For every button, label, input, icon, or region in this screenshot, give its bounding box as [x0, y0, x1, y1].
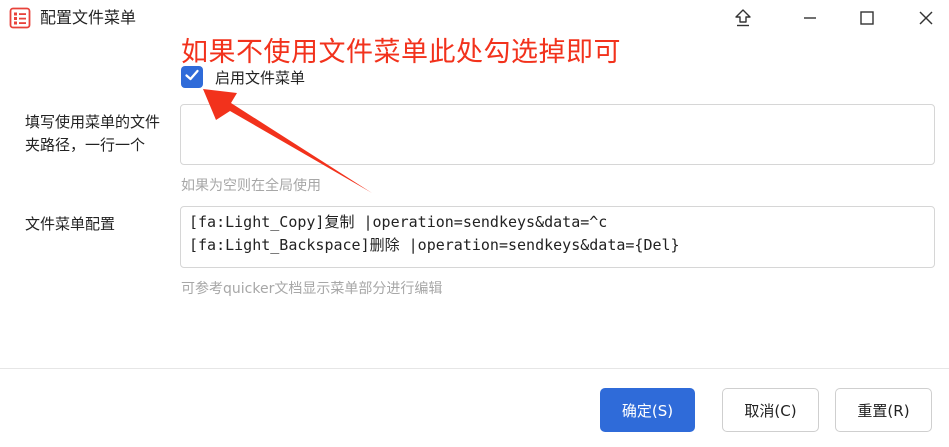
window-title: 配置文件菜单: [40, 8, 137, 27]
cancel-button[interactable]: 取消(C): [722, 388, 819, 432]
menu-config-line: [fa:Light_Copy]复制 |operation=sendkeys&da…: [189, 213, 608, 231]
menu-config-hint: 可参考quicker文档显示菜单部分进行编辑: [181, 281, 443, 297]
checkbox-label: 启用文件菜单: [215, 68, 306, 87]
folder-path-label: 填写使用菜单的文件夹路径，一行一个: [25, 113, 161, 154]
enable-file-menu-checkbox[interactable]: 启用文件菜单: [181, 66, 305, 88]
title-bar: 配置文件菜单: [0, 0, 949, 36]
folder-path-hint: 如果为空则在全局使用: [181, 178, 321, 194]
menu-config-label: 文件菜单配置: [25, 215, 116, 233]
footer-divider: [0, 368, 949, 369]
close-icon: [918, 10, 934, 26]
menu-config-input[interactable]: [fa:Light_Copy]复制 |operation=sendkeys&da…: [180, 206, 935, 268]
annotation-text: 如果不使用文件菜单此处勾选掉即可: [181, 37, 621, 68]
maximize-button[interactable]: [844, 0, 890, 36]
checkmark-icon: [184, 67, 200, 87]
pin-button[interactable]: [720, 0, 766, 36]
list-menu-icon: [9, 7, 31, 29]
menu-config-line: [fa:Light_Backspace]删除 |operation=sendke…: [189, 236, 680, 254]
close-button[interactable]: [903, 0, 949, 36]
confirm-button[interactable]: 确定(S): [600, 388, 695, 432]
maximize-icon: [859, 10, 875, 26]
pin-icon: [734, 8, 752, 28]
folder-path-input[interactable]: [180, 104, 935, 165]
checkbox-box[interactable]: [181, 66, 203, 88]
minimize-button[interactable]: [787, 0, 833, 36]
minimize-icon: [802, 10, 818, 26]
reset-button[interactable]: 重置(R): [835, 388, 932, 432]
